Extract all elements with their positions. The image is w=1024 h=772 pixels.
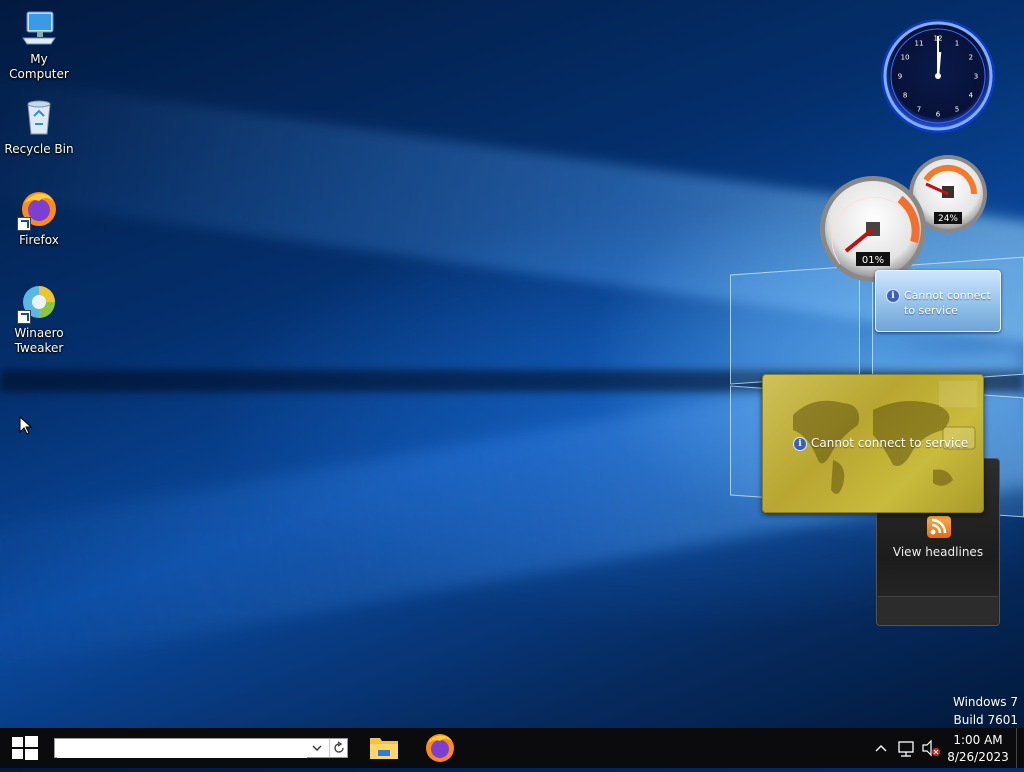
- mouse-cursor-icon: [19, 416, 33, 435]
- meter-error-tooltip: i Cannot connect to service: [875, 270, 1001, 332]
- windows-logo-icon: [12, 736, 38, 760]
- clock-numeral: 6: [936, 111, 941, 119]
- currency-gadget[interactable]: i Cannot connect to service: [762, 374, 984, 513]
- watermark-os: Windows 7: [952, 695, 1018, 709]
- memory-meter-value: 24%: [938, 214, 958, 224]
- desktop-icon-label: My Computer: [9, 52, 69, 81]
- clock-numeral: 2: [969, 54, 973, 62]
- shortcut-arrow-icon: [17, 217, 31, 231]
- winaero-tweaker-icon: [17, 282, 59, 324]
- cpu-meter-gadget[interactable]: 24% 01%: [818, 154, 990, 284]
- show-desktop-button[interactable]: [1016, 728, 1024, 768]
- clock-numeral: 10: [901, 54, 910, 62]
- taskbar-date: 8/26/2023: [947, 750, 1009, 764]
- computer-icon: [19, 8, 59, 48]
- shortcut-arrow-icon: [17, 310, 31, 324]
- currency-error-message: Cannot connect to service: [811, 436, 969, 450]
- watermark-build: Build 7601: [953, 713, 1018, 727]
- desktop-icon-firefox[interactable]: Firefox: [0, 189, 78, 248]
- clock-gadget[interactable]: 121234567891011: [878, 16, 998, 136]
- clock-numeral: 7: [917, 105, 921, 113]
- taskbar-firefox[interactable]: [416, 728, 464, 768]
- clock-numeral: 3: [974, 73, 978, 81]
- info-icon: i: [793, 437, 807, 451]
- show-hidden-icons-chevron-up-icon[interactable]: [872, 728, 890, 768]
- desktop-icon-label: Firefox: [19, 233, 59, 247]
- desktop-icon-label: Recycle Bin: [4, 142, 74, 156]
- clock-numeral: 5: [955, 105, 959, 113]
- taskbar: 1:00 AM 8/26/2023: [0, 728, 1024, 768]
- desktop-icon-my-computer[interactable]: My Computer: [0, 8, 78, 82]
- clock-numeral: 4: [969, 92, 974, 100]
- folder-icon: [370, 738, 398, 759]
- tooltip-line: Cannot connect: [904, 289, 991, 302]
- feed-footer: [878, 596, 998, 623]
- recycle-bin-icon: [19, 98, 59, 138]
- desktop-icon-winaero-tweaker[interactable]: Winaero Tweaker: [0, 282, 78, 356]
- search-input[interactable]: [57, 740, 307, 758]
- refresh-icon[interactable]: [329, 739, 348, 757]
- clock-numeral: 1: [955, 40, 959, 48]
- cpu-meter-value: 01%: [862, 255, 884, 266]
- info-icon: i: [886, 289, 900, 303]
- clock-numeral: 9: [898, 73, 902, 81]
- taskbar-clock[interactable]: 1:00 AM 8/26/2023: [940, 732, 1016, 766]
- rss-icon: [927, 516, 951, 538]
- start-button[interactable]: [0, 728, 50, 768]
- firefox-icon: [17, 189, 59, 231]
- clock-numeral: 8: [903, 92, 907, 100]
- desktop-icon-label: Winaero Tweaker: [14, 326, 64, 355]
- desktop-icon-recycle-bin[interactable]: Recycle Bin: [0, 98, 78, 157]
- build-watermark: Windows 7 Build 7601: [953, 693, 1018, 729]
- taskbar-file-explorer[interactable]: [360, 728, 408, 768]
- volume-muted-icon[interactable]: [920, 728, 942, 768]
- chevron-down-icon[interactable]: [307, 739, 327, 757]
- taskbar-search-box[interactable]: [54, 738, 348, 758]
- firefox-icon: [426, 734, 454, 762]
- view-headlines-link[interactable]: View headlines: [877, 545, 999, 559]
- taskbar-time: 1:00 AM: [953, 733, 1003, 747]
- tooltip-line: to service: [904, 304, 958, 317]
- clock-numeral: 11: [915, 40, 924, 48]
- network-icon[interactable]: [896, 728, 918, 768]
